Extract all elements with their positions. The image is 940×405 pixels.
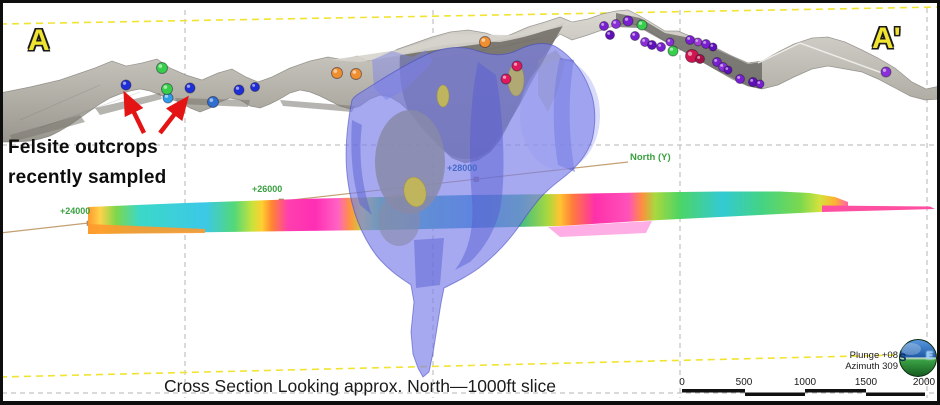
sample-point-highlight [123, 82, 126, 85]
sample-point [637, 20, 647, 30]
felsite-annotation-line1: Felsite outcrops [8, 137, 158, 159]
scale-tick-1000: 1000 [794, 377, 816, 388]
section-label-a: A [28, 24, 50, 58]
sample-point-highlight [725, 67, 728, 70]
sample-point [623, 16, 633, 26]
sample-point-highlight [632, 33, 635, 36]
sample-point [234, 85, 244, 95]
sample-point [162, 84, 173, 95]
sample-point-highlight [353, 70, 357, 74]
section-label-a-prime: A' [872, 22, 901, 56]
sample-point [606, 31, 615, 40]
sample-point [351, 69, 362, 80]
felsite-annotation-line2: recently sampled [8, 167, 166, 189]
sample-point-highlight [688, 52, 692, 56]
scale-tick-2000: 2000 [913, 377, 935, 388]
sample-point [668, 46, 678, 56]
sample-point-highlight [514, 63, 517, 66]
sample-point-highlight [252, 84, 255, 87]
sample-point [512, 61, 522, 71]
scale-tick-0: 0 [679, 377, 685, 388]
scale-bar [682, 389, 925, 396]
sample-point [612, 20, 621, 29]
sample-point [600, 22, 609, 31]
sample-point-highlight [503, 76, 506, 79]
sample-point-highlight [159, 64, 163, 68]
view-orientation-info: Plunge +08 Azimuth 309 [845, 351, 898, 372]
globe-south-letter: S [899, 352, 906, 364]
sample-point [157, 63, 168, 74]
sample-point [251, 83, 260, 92]
section-trace-bottom [0, 354, 940, 377]
sample-point [694, 38, 702, 46]
sample-point-highlight [737, 76, 740, 79]
plunge-value: Plunge +08 [845, 351, 898, 362]
sample-point [631, 32, 640, 41]
sample-point-highlight [164, 85, 168, 89]
sample-point-highlight [482, 38, 486, 42]
grid-label: +26000 [252, 184, 282, 194]
scale-tick-500: 500 [736, 377, 753, 388]
cross-section-figure: A A' Felsite outcrops recently sampled +… [0, 0, 940, 405]
sample-point [686, 36, 695, 45]
sample-point [480, 37, 491, 48]
sample-point [657, 43, 666, 52]
sample-point [756, 80, 764, 88]
north-axis-label: North (Y) [630, 152, 671, 163]
sample-point-highlight [697, 56, 700, 59]
sample-point-highlight [667, 39, 670, 42]
sample-point-highlight [670, 48, 673, 51]
sample-point [709, 43, 717, 51]
section-trace-top [0, 7, 940, 24]
sample-point-highlight [625, 18, 628, 21]
sample-point-highlight [607, 32, 610, 35]
sample-point-highlight [613, 21, 616, 24]
sample-point-highlight [714, 59, 717, 62]
sample-point-highlight [601, 23, 604, 26]
sample-point-highlight [639, 22, 642, 25]
sample-point-highlight [334, 69, 338, 73]
sample-point [696, 55, 705, 64]
sample-point [724, 66, 732, 74]
sample-point-highlight [210, 98, 214, 102]
sample-point-highlight [710, 44, 713, 47]
sample-point [208, 97, 219, 108]
sample-point [648, 41, 657, 50]
felsite-arrow-right [160, 102, 184, 133]
sample-point-highlight [658, 44, 661, 47]
sample-point-highlight [883, 69, 886, 72]
figure-caption: Cross Section Looking approx. North—1000… [150, 376, 570, 397]
sample-point [121, 80, 131, 90]
sample-point-highlight [236, 87, 239, 90]
scale-tick-1500: 1500 [855, 377, 877, 388]
sample-point-highlight [187, 85, 190, 88]
sample-point [666, 38, 674, 46]
azimuth-value: Azimuth 309 [845, 362, 898, 373]
sample-point-highlight [750, 79, 753, 82]
grid-label: +28000 [447, 163, 477, 173]
sample-point-highlight [720, 64, 723, 67]
sample-point [736, 75, 745, 84]
sample-point-highlight [757, 81, 760, 84]
sample-point [501, 74, 511, 84]
sample-point [332, 68, 343, 79]
sample-point-highlight [703, 41, 706, 44]
sample-point [881, 67, 891, 77]
sample-point-highlight [165, 95, 168, 98]
scene-svg [0, 0, 940, 405]
grid-label: +24000 [60, 206, 90, 216]
globe-east-letter: E [926, 350, 933, 362]
sample-point-highlight [695, 39, 698, 42]
sample-point-highlight [642, 39, 645, 42]
heatmap-magenta-tail [822, 206, 935, 213]
sample-point [185, 83, 195, 93]
sample-point-highlight [687, 37, 690, 40]
sample-point-highlight [649, 42, 652, 45]
